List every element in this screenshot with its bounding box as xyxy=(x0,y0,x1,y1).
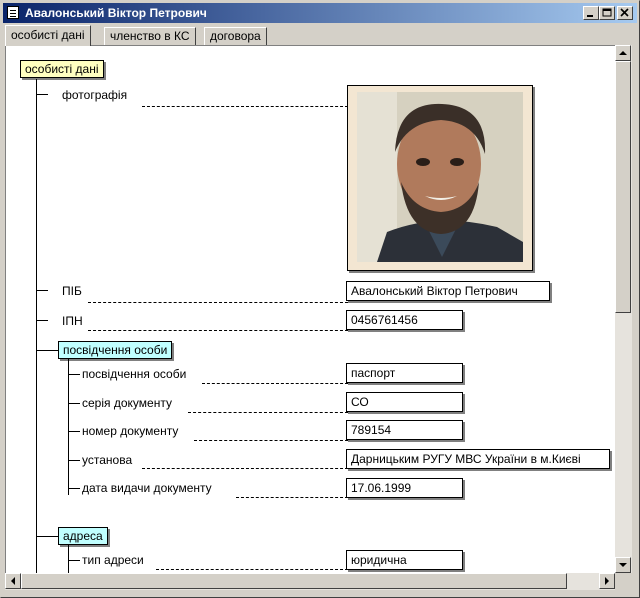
title-bar[interactable]: Авалонський Віктор Петрович xyxy=(3,3,637,23)
id-issuer-value[interactable]: Дарницьким РУГУ МВС України в м.Києві xyxy=(346,449,610,469)
id-field-label: серія документу xyxy=(82,396,172,410)
arrow-down-icon xyxy=(619,563,627,567)
tree-branch xyxy=(36,94,48,95)
address-group-line xyxy=(68,545,69,573)
leader-line xyxy=(156,569,348,570)
tree-branch xyxy=(68,431,80,432)
tab-membership[interactable]: членство в КС xyxy=(104,27,196,45)
app-window: Авалонський Віктор Петрович особисті дан… xyxy=(0,0,640,598)
close-button[interactable] xyxy=(617,6,633,20)
vertical-scrollbar[interactable] xyxy=(615,45,632,573)
scroll-left-button[interactable] xyxy=(5,573,21,589)
arrow-up-icon xyxy=(619,51,627,55)
tree-trunk-line xyxy=(36,79,37,573)
address-field-label: тип адреси xyxy=(82,553,144,567)
scroll-down-button[interactable] xyxy=(615,557,631,573)
leader-line xyxy=(194,440,348,441)
leader-line xyxy=(88,330,348,331)
tree-branch xyxy=(68,374,80,375)
ipn-value[interactable]: 0456761456 xyxy=(346,310,463,330)
scroll-right-button[interactable] xyxy=(599,573,615,589)
tree-branch xyxy=(36,320,48,321)
tab-strip: особисті дані членство в КС договора xyxy=(3,25,637,46)
horizontal-scroll-thumb[interactable] xyxy=(21,573,567,589)
leader-line xyxy=(88,302,348,303)
horizontal-scrollbar[interactable] xyxy=(5,573,615,590)
maximize-button[interactable] xyxy=(599,6,615,20)
tree-branch xyxy=(68,460,80,461)
id-group-line xyxy=(68,359,69,495)
scroll-up-button[interactable] xyxy=(615,45,631,61)
tree-branch xyxy=(36,290,48,291)
photo-label: фотографія xyxy=(62,88,128,102)
tree-branch xyxy=(68,403,80,404)
leader-line xyxy=(202,383,348,384)
tree-branch xyxy=(68,560,80,561)
window-title: Авалонський Віктор Петрович xyxy=(25,6,207,20)
tree-view[interactable]: особисті дані фотографія ПІБ Авалонський… xyxy=(5,45,615,573)
person-photo-image xyxy=(357,92,523,262)
scrollbar-corner xyxy=(615,573,632,590)
arrow-right-icon xyxy=(605,577,609,585)
id-field-label: посвідчення особи xyxy=(82,367,187,381)
vertical-scroll-thumb[interactable] xyxy=(615,61,631,313)
id-series-value[interactable]: СО xyxy=(346,392,463,412)
tab-personal-data[interactable]: особисті дані xyxy=(5,25,91,46)
tree-branch xyxy=(36,536,58,537)
tree-branch xyxy=(36,350,58,351)
minimize-button[interactable] xyxy=(583,6,599,20)
pib-label: ПІБ xyxy=(62,284,82,298)
person-photo xyxy=(357,92,523,262)
leader-line xyxy=(142,468,348,469)
address-type-value[interactable]: юридична xyxy=(346,550,463,570)
id-date-value[interactable]: 17.06.1999 xyxy=(346,478,463,498)
leader-line xyxy=(236,497,348,498)
id-type-value[interactable]: паспорт xyxy=(346,363,463,383)
address-group-label[interactable]: адреса xyxy=(58,527,108,545)
maximize-icon xyxy=(602,8,612,17)
root-group-label[interactable]: особисті дані xyxy=(20,60,104,78)
id-field-label: дата видачи документу xyxy=(82,481,212,495)
minimize-icon xyxy=(587,15,593,17)
tree-branch xyxy=(68,488,80,489)
pib-value[interactable]: Авалонський Віктор Петрович xyxy=(346,281,550,301)
leader-line xyxy=(188,412,348,413)
tab-contracts[interactable]: договора xyxy=(204,27,267,45)
id-field-label: установа xyxy=(82,453,133,467)
document-icon[interactable] xyxy=(7,6,19,19)
arrow-left-icon xyxy=(11,577,15,585)
id-number-value[interactable]: 789154 xyxy=(346,420,463,440)
photo-frame[interactable] xyxy=(347,85,533,271)
id-field-label: номер документу xyxy=(82,424,179,438)
close-icon xyxy=(620,8,629,17)
ipn-label: ІПН xyxy=(62,314,83,328)
id-group-label[interactable]: посвідчення особи xyxy=(58,341,173,359)
leader-line xyxy=(142,106,348,107)
